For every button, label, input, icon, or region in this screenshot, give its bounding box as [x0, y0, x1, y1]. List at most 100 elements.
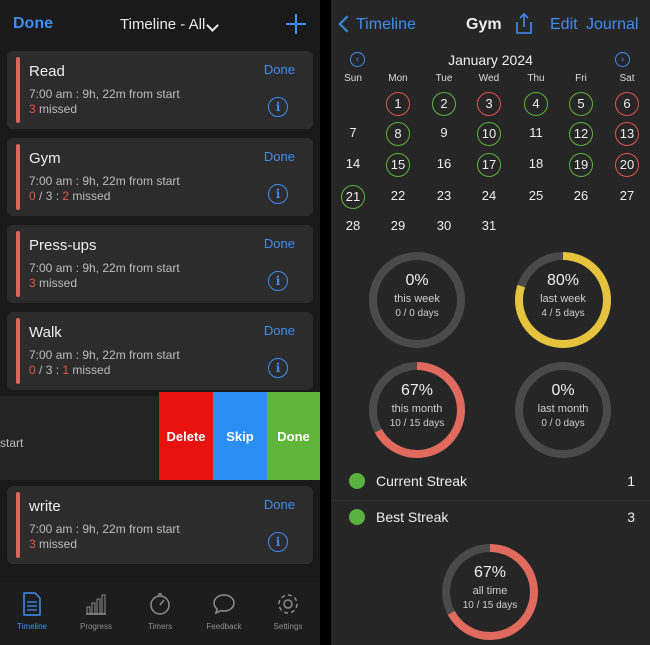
ring-percent: 0% — [405, 272, 429, 289]
ring-count: 0 / 0 days — [395, 308, 439, 319]
detail-header: Timeline Gym Edit Journal — [331, 0, 650, 46]
calendar-day[interactable]: 16 — [432, 153, 456, 177]
habit-time: 7:00 am : 9h, 22m from start — [29, 522, 180, 536]
prev-month-icon[interactable]: ‹ — [350, 52, 365, 67]
habit-card-walk[interactable]: Walk Done 7:00 am : 9h, 22m from start 0… — [7, 312, 313, 390]
tab-label: Settings — [273, 622, 303, 631]
calendar-day[interactable]: 31 — [477, 215, 501, 239]
calendar-day[interactable]: 11 — [524, 122, 548, 146]
timeline-filter-title[interactable]: Timeline - All — [120, 16, 205, 33]
streak-value: 1 — [627, 473, 635, 489]
tab-label: Timers — [147, 622, 173, 631]
journal-button[interactable]: Journal — [586, 16, 638, 34]
weekday-label: Wed — [478, 73, 500, 84]
calendar-day[interactable]: 2 — [432, 92, 456, 116]
ring-period: last week — [540, 293, 586, 305]
edit-button[interactable]: Edit — [550, 16, 578, 34]
ring-count: 4 / 5 days — [541, 308, 585, 319]
habit-title: Press-ups — [29, 237, 97, 254]
delete-action-button[interactable]: Delete — [159, 392, 213, 480]
calendar-day[interactable]: 13 — [615, 122, 639, 146]
calendar-day[interactable]: 14 — [341, 153, 365, 177]
weekday-label: Tue — [435, 73, 453, 84]
calendar-day[interactable]: 10 — [477, 122, 501, 146]
calendar-day[interactable]: 18 — [524, 153, 548, 177]
calendar-day[interactable]: 21 — [341, 185, 365, 209]
done-button[interactable]: Done — [13, 15, 53, 33]
chevron-down-icon[interactable] — [206, 19, 219, 32]
speech-bubble-icon — [192, 592, 256, 620]
habit-missed: 0 / 3 : 2 missed — [29, 189, 110, 203]
flame-icon — [349, 509, 365, 525]
habit-card-read[interactable]: Read Done 7:00 am : 9h, 22m from start 3… — [7, 51, 313, 129]
calendar-day[interactable]: 20 — [615, 153, 639, 177]
weekday-label: Mon — [388, 73, 408, 84]
habit-color-bar — [16, 144, 20, 210]
done-action-button[interactable]: Done — [267, 392, 320, 480]
missed-label: missed — [69, 189, 111, 203]
info-icon[interactable]: i — [268, 532, 288, 552]
habit-done-button[interactable]: Done — [264, 497, 295, 512]
habit-done-button[interactable]: Done — [264, 149, 295, 164]
ring-period: this week — [394, 293, 440, 305]
calendar-day[interactable]: 6 — [615, 92, 639, 116]
calendar-day[interactable]: 28 — [341, 215, 365, 239]
weekday-label: Sun — [344, 73, 362, 84]
tab-settings[interactable]: Settings — [256, 592, 320, 631]
ring-count: 0 / 0 days — [541, 418, 585, 429]
habit-missed: 3 missed — [29, 102, 77, 116]
calendar-day[interactable]: 3 — [477, 92, 501, 116]
tab-feedback[interactable]: Feedback — [192, 592, 256, 631]
tab-timers[interactable]: Timers — [128, 592, 192, 631]
calendar-day[interactable]: 8 — [386, 122, 410, 146]
timer-icon — [128, 592, 192, 620]
info-icon[interactable]: i — [268, 97, 288, 117]
add-icon[interactable] — [286, 14, 306, 34]
weekday-label: Fri — [575, 73, 587, 84]
calendar-day[interactable]: 27 — [615, 185, 639, 209]
habit-title: Read — [29, 63, 65, 80]
calendar-day[interactable]: 29 — [386, 215, 410, 239]
share-icon[interactable] — [514, 12, 534, 35]
tab-progress[interactable]: Progress — [64, 592, 128, 631]
habit-card-write[interactable]: write Done 7:00 am : 9h, 22m from start … — [7, 486, 313, 564]
info-icon[interactable]: i — [268, 271, 288, 291]
calendar-day[interactable]: 5 — [569, 92, 593, 116]
calendar-day[interactable]: 25 — [524, 185, 548, 209]
done-count: 0 — [29, 363, 36, 377]
tab-label: Progress — [79, 622, 112, 631]
habit-card-press-ups[interactable]: Press-ups Done 7:00 am : 9h, 22m from st… — [7, 225, 313, 303]
calendar-day[interactable]: 26 — [569, 185, 593, 209]
gear-icon — [256, 592, 320, 620]
calendar-day[interactable]: 22 — [386, 185, 410, 209]
calendar-month: January 2024 — [448, 52, 533, 68]
weekday-label: Thu — [527, 73, 545, 84]
missed-label: missed — [35, 102, 78, 116]
calendar-day[interactable]: 12 — [569, 122, 593, 146]
tab-timeline[interactable]: Timeline — [0, 592, 64, 631]
habit-card-gym[interactable]: Gym Done 7:00 am : 9h, 22m from start 0 … — [7, 138, 313, 216]
chevron-left-icon[interactable] — [338, 15, 356, 33]
habit-done-button[interactable]: Done — [264, 323, 295, 338]
calendar-day[interactable]: 23 — [432, 185, 456, 209]
back-button[interactable]: Timeline — [356, 16, 416, 34]
missed-count: 3 — [29, 276, 36, 290]
habit-done-button[interactable]: Done — [264, 62, 295, 77]
calendar-day[interactable]: 30 — [432, 215, 456, 239]
calendar-day[interactable]: 15 — [386, 153, 410, 177]
info-icon[interactable]: i — [268, 184, 288, 204]
skip-action-button[interactable]: Skip — [213, 392, 267, 480]
habit-title: write — [29, 498, 61, 515]
calendar-day[interactable]: 24 — [477, 185, 501, 209]
habit-missed: 3 missed — [29, 276, 77, 290]
calendar-day[interactable]: 4 — [524, 92, 548, 116]
calendar-day[interactable]: 1 — [386, 92, 410, 116]
calendar-day[interactable]: 19 — [569, 153, 593, 177]
info-icon[interactable]: i — [268, 358, 288, 378]
calendar-day[interactable]: 9 — [432, 122, 456, 146]
missed-label: missed — [35, 537, 78, 551]
habit-done-button[interactable]: Done — [264, 236, 295, 251]
next-month-icon[interactable]: › — [615, 52, 630, 67]
calendar-day[interactable]: 17 — [477, 153, 501, 177]
calendar-day[interactable]: 7 — [341, 122, 365, 146]
